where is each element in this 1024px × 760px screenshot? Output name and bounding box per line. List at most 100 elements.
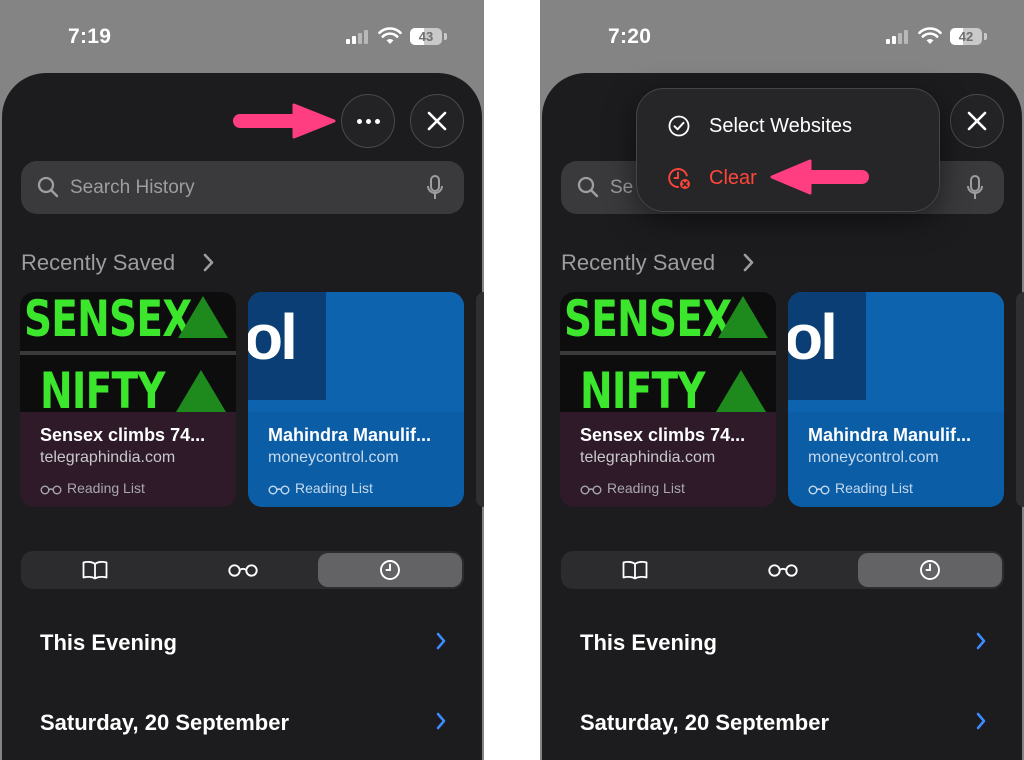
reading-list-label: Reading List	[295, 480, 373, 496]
tab-history[interactable]	[318, 553, 462, 587]
thumbnail-text: NIFTY	[40, 362, 166, 420]
up-triangle-icon	[176, 370, 226, 412]
tab-reading-list[interactable]	[169, 551, 317, 589]
saved-card-peek[interactable]	[476, 292, 484, 507]
battery-icon: 43	[410, 28, 442, 45]
saved-card-sensex[interactable]: SENSEX NIFTY Sensex climbs 74... telegra…	[560, 292, 776, 507]
status-time: 7:20	[608, 25, 652, 48]
history-section-label: This Evening	[580, 630, 717, 655]
card-title: Mahindra Manulif...	[268, 425, 432, 445]
menu-item-select-websites[interactable]: Select Websites	[637, 100, 939, 152]
thumbnail-text: ol	[248, 301, 298, 373]
recently-saved-header[interactable]: Recently Saved	[21, 250, 175, 276]
card-domain: moneycontrol.com	[268, 449, 399, 466]
history-section-label: Saturday, 20 September	[580, 710, 830, 735]
close-button[interactable]	[410, 94, 464, 148]
chevron-right-icon	[976, 632, 986, 650]
search-input[interactable]: Se	[610, 161, 633, 214]
cellular-signal-icon	[346, 30, 370, 44]
glasses-icon	[268, 485, 290, 495]
close-icon	[427, 111, 447, 131]
clock-clear-icon	[668, 168, 690, 189]
chevron-right-icon[interactable]	[743, 253, 755, 272]
card-meta: Reading List	[808, 480, 913, 496]
book-icon	[622, 560, 648, 580]
card-meta: Reading List	[40, 480, 145, 496]
glasses-icon	[808, 485, 830, 495]
recently-saved-header[interactable]: Recently Saved	[561, 250, 715, 276]
saved-card-peek[interactable]	[1016, 292, 1024, 507]
menu-item-label: Clear	[709, 167, 757, 189]
search-history-field[interactable]: Search History	[21, 161, 464, 214]
up-triangle-icon	[716, 370, 766, 412]
card-domain: telegraphindia.com	[40, 449, 176, 466]
chevron-right-icon	[436, 712, 446, 730]
search-icon	[37, 176, 59, 198]
tab-history[interactable]	[858, 553, 1002, 587]
cellular-signal-icon	[886, 30, 910, 44]
glasses-icon	[228, 564, 258, 577]
card-thumbnail: ol	[248, 292, 464, 412]
wifi-icon	[378, 27, 402, 44]
checkmark-circle-icon	[668, 115, 690, 137]
tab-bookmarks[interactable]	[561, 551, 709, 589]
annotation-arrow-icon	[770, 159, 869, 195]
annotation-arrow-icon	[233, 103, 336, 139]
search-input[interactable]: Search History	[70, 161, 195, 214]
card-domain: moneycontrol.com	[808, 449, 939, 466]
saved-card-moneycontrol[interactable]: ol Mahindra Manulif... moneycontrol.com …	[248, 292, 464, 507]
up-triangle-icon	[718, 296, 768, 338]
search-icon	[577, 176, 599, 198]
glasses-icon	[40, 485, 62, 495]
ellipsis-icon	[356, 118, 380, 124]
microphone-icon[interactable]	[966, 175, 984, 201]
battery-percent: 43	[418, 29, 434, 44]
reading-list-label: Reading List	[67, 480, 145, 496]
thumbnail-text: SENSEX	[24, 292, 192, 348]
chevron-right-icon[interactable]	[203, 253, 215, 272]
glasses-icon	[580, 485, 602, 495]
chevron-right-icon	[976, 712, 986, 730]
card-thumbnail: SENSEX NIFTY	[560, 292, 776, 420]
history-section-row[interactable]: This Evening	[580, 622, 990, 662]
history-section-row[interactable]: This Evening	[40, 622, 450, 662]
status-bar: 7:19 43	[0, 0, 484, 72]
wifi-icon	[918, 27, 942, 44]
history-section-row[interactable]: Saturday, 20 September	[580, 702, 990, 742]
thumbnail-text: NIFTY	[580, 362, 706, 420]
card-meta: Reading List	[580, 480, 685, 496]
thumbnail-text: ol	[788, 301, 838, 373]
tab-reading-list[interactable]	[709, 551, 857, 589]
tab-bookmarks[interactable]	[21, 551, 169, 589]
battery-icon: 42	[950, 28, 982, 45]
clock-icon	[380, 560, 400, 580]
thumbnail-text: SENSEX	[564, 292, 732, 348]
card-domain: telegraphindia.com	[580, 449, 716, 466]
chevron-right-icon	[436, 632, 446, 650]
history-section-row[interactable]: Saturday, 20 September	[40, 702, 450, 742]
menu-item-label: Select Websites	[709, 115, 853, 137]
card-thumbnail: ol	[788, 292, 1004, 412]
card-title: Mahindra Manulif...	[808, 425, 972, 445]
up-triangle-icon	[178, 296, 228, 338]
close-icon	[967, 111, 987, 131]
saved-card-moneycontrol[interactable]: ol Mahindra Manulif... moneycontrol.com …	[788, 292, 1004, 507]
segmented-control	[21, 551, 464, 589]
more-options-button[interactable]	[341, 94, 395, 148]
phone-screen-before: 7:19 43 Search History Recently Saved SE…	[0, 0, 484, 760]
card-meta: Reading List	[268, 480, 373, 496]
book-icon	[82, 560, 108, 580]
history-section-label: Saturday, 20 September	[40, 710, 290, 735]
status-time: 7:19	[68, 25, 112, 48]
saved-card-sensex[interactable]: SENSEX NIFTY Sensex climbs 74... telegra…	[20, 292, 236, 507]
close-button[interactable]	[950, 94, 1004, 148]
glasses-icon	[768, 564, 798, 577]
reading-list-label: Reading List	[607, 480, 685, 496]
card-title: Sensex climbs 74...	[40, 425, 206, 445]
history-section-label: This Evening	[40, 630, 177, 655]
comparison-stage: 7:19 43 Search History Recently Saved SE…	[0, 0, 1024, 760]
reading-list-label: Reading List	[835, 480, 913, 496]
microphone-icon[interactable]	[426, 175, 444, 201]
segmented-control	[561, 551, 1004, 589]
card-thumbnail: SENSEX NIFTY	[20, 292, 236, 420]
